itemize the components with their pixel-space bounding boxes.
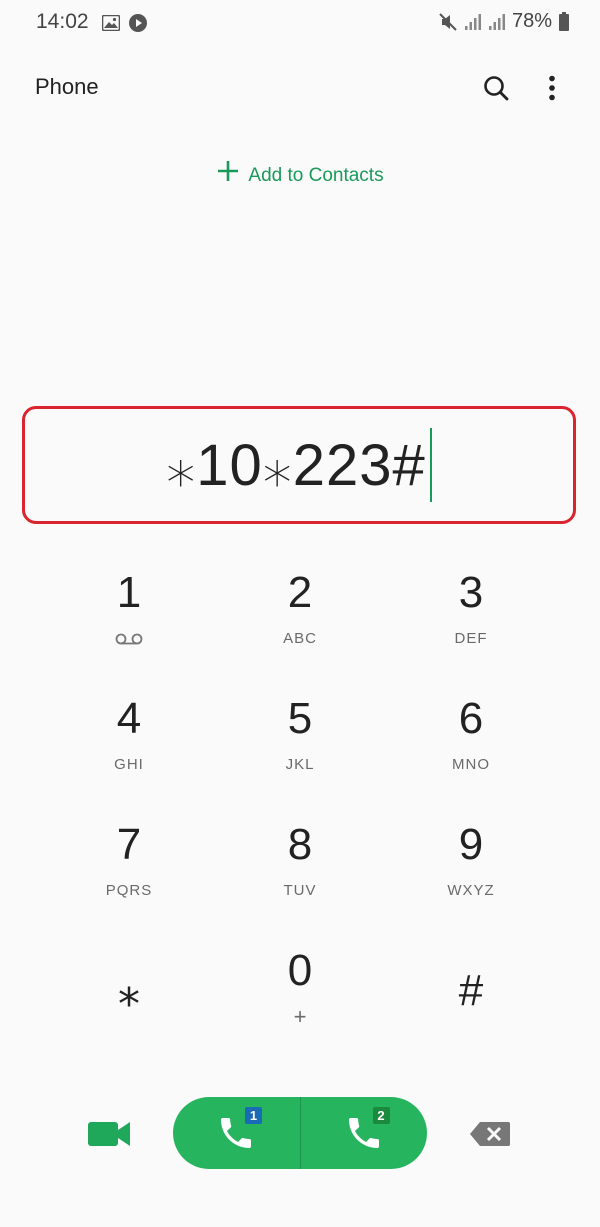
key-letters: ABC: [283, 630, 317, 647]
key-8[interactable]: 8 TUV: [215, 812, 385, 938]
signal-icon: [464, 13, 482, 31]
dialed-number: ⁎10⁎223#: [166, 433, 426, 498]
video-call-button[interactable]: [86, 1116, 134, 1152]
battery-percent: 78%: [511, 10, 552, 32]
sim2-badge: 2: [372, 1107, 390, 1124]
backspace-button[interactable]: [468, 1120, 512, 1148]
key-9[interactable]: 9 WXYZ: [386, 812, 556, 938]
play-icon: [128, 13, 148, 38]
key-letters: WXYZ: [447, 882, 495, 899]
call-sim1-button[interactable]: 1: [173, 1097, 300, 1169]
mute-icon: [438, 12, 458, 32]
backspace-icon: [470, 1122, 510, 1146]
key-letters: +: [293, 1004, 307, 1029]
signal-icon: [488, 13, 506, 31]
dial-keypad: 1 2 ABC 3 DEF 4 GHI 5 JKL 6 MNO 7 PQRS 8…: [44, 560, 556, 1064]
key-digit: 4: [116, 694, 142, 743]
key-digit: ⁎: [118, 966, 140, 1015]
battery-icon: [558, 11, 570, 32]
search-button[interactable]: [476, 68, 516, 108]
key-0[interactable]: 0 +: [215, 938, 385, 1064]
key-7[interactable]: 7 PQRS: [44, 812, 214, 938]
key-digit: 8: [287, 820, 313, 869]
key-digit: 0: [287, 946, 313, 995]
key-5[interactable]: 5 JKL: [215, 686, 385, 812]
key-digit: 5: [287, 694, 313, 743]
page-title: Phone: [35, 74, 99, 99]
more-options-button[interactable]: [532, 68, 572, 108]
search-icon: [484, 76, 509, 101]
sim1-badge: 1: [245, 1107, 262, 1124]
gallery-icon: [101, 14, 121, 36]
key-star[interactable]: ⁎: [44, 938, 214, 1064]
key-4[interactable]: 4 GHI: [44, 686, 214, 812]
key-letters: JKL: [285, 756, 315, 773]
status-bar: 14:02 78%: [0, 0, 600, 48]
key-letters: PQRS: [105, 882, 153, 899]
key-digit: 9: [458, 820, 484, 869]
key-1[interactable]: 1: [44, 560, 214, 686]
key-hash[interactable]: #: [386, 938, 556, 1064]
dialed-number-field[interactable]: ⁎10⁎223#: [22, 406, 576, 524]
key-2[interactable]: 2 ABC: [215, 560, 385, 686]
key-6[interactable]: 6 MNO: [386, 686, 556, 812]
key-letters: TUV: [283, 882, 317, 899]
voicemail-icon: [115, 632, 143, 651]
call-buttons: 1 2: [173, 1097, 427, 1169]
text-cursor: [429, 428, 432, 502]
system-icons: 78%: [438, 10, 570, 33]
more-vert-icon: [549, 75, 555, 101]
key-digit: 2: [287, 568, 313, 617]
key-letters: MNO: [452, 756, 490, 773]
key-digit: 6: [458, 694, 484, 743]
status-time: 14:02: [36, 10, 89, 33]
key-letters: GHI: [114, 756, 144, 773]
key-digit: 7: [116, 820, 142, 869]
key-letters: DEF: [454, 630, 488, 647]
key-digit: 1: [116, 568, 142, 617]
plus-icon: [216, 159, 240, 189]
call-sim2-button[interactable]: 2: [301, 1097, 428, 1169]
key-digit: #: [458, 966, 484, 1015]
video-call-icon: [88, 1122, 130, 1146]
key-3[interactable]: 3 DEF: [386, 560, 556, 686]
key-digit: 3: [458, 568, 484, 617]
add-to-contacts-label: Add to Contacts: [248, 164, 384, 186]
add-to-contacts-button[interactable]: Add to Contacts: [0, 159, 600, 189]
notification-icons: [101, 13, 148, 38]
